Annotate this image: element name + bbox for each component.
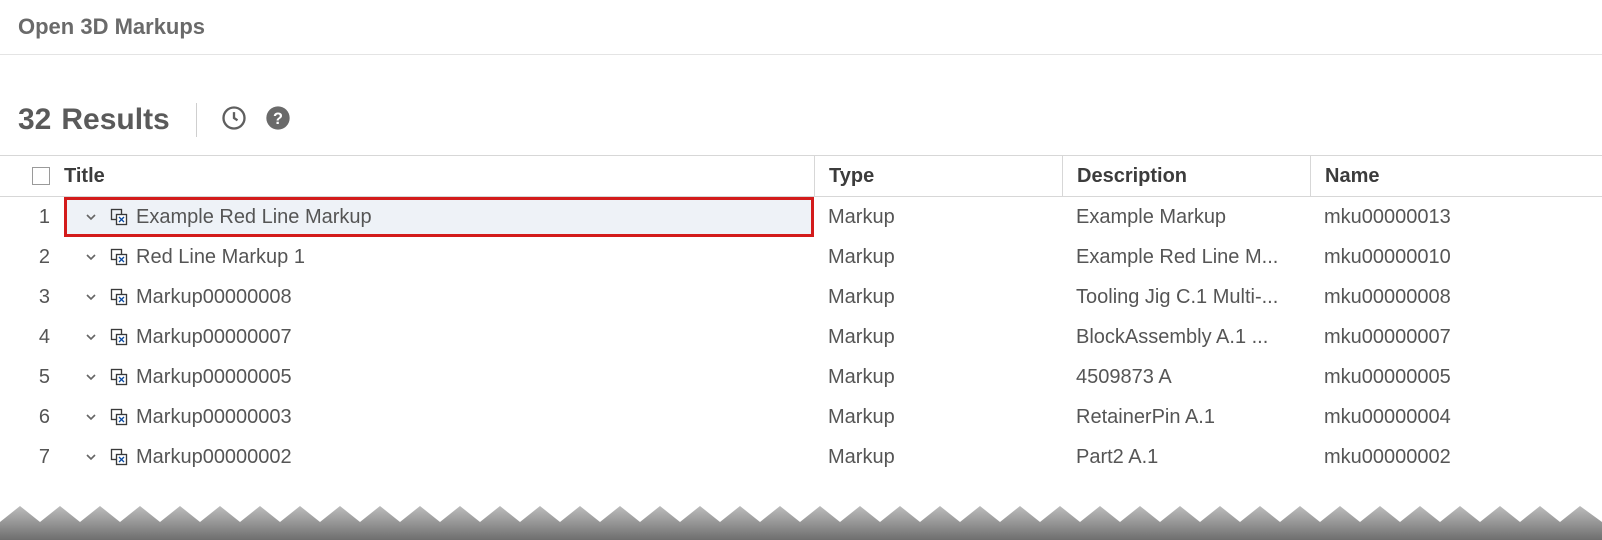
cell-name: mku00000007: [1310, 317, 1558, 357]
chevron-down-icon[interactable]: [82, 288, 100, 306]
cell-description: Part2 A.1: [1062, 437, 1310, 477]
cell-title: Red Line Markup 1: [64, 237, 814, 277]
chevron-down-icon[interactable]: [82, 248, 100, 266]
help-button[interactable]: ?: [261, 103, 295, 137]
cell-title: Markup00000002: [64, 437, 814, 477]
cell-type: Markup: [814, 277, 1062, 317]
cell-title: Example Red Line Markup: [64, 197, 814, 237]
cell-description: Tooling Jig C.1 Multi-...: [1062, 277, 1310, 317]
cell-name: mku00000004: [1310, 397, 1558, 437]
header-description[interactable]: Description: [1062, 156, 1310, 196]
page-title: Open 3D Markups: [0, 0, 1602, 55]
markup-icon: [108, 366, 130, 388]
table-row[interactable]: 4 Markup00000007 MarkupBlockAssembly A.1 .…: [0, 317, 1602, 357]
row-title-text: Red Line Markup 1: [136, 246, 305, 269]
row-number: 7: [0, 437, 64, 477]
chevron-down-icon[interactable]: [82, 368, 100, 386]
chevron-down-icon[interactable]: [82, 328, 100, 346]
title-cell-inner[interactable]: Markup00000003: [64, 397, 814, 437]
row-number: 4: [0, 317, 64, 357]
cell-title: Markup00000007: [64, 317, 814, 357]
row-number: 3: [0, 277, 64, 317]
markup-icon: [108, 206, 130, 228]
cell-name: mku00000002: [1310, 437, 1558, 477]
row-number: 5: [0, 357, 64, 397]
table-row[interactable]: 1 Example Red Line Markup MarkupExample Ma…: [0, 197, 1602, 237]
cell-title: Markup00000003: [64, 397, 814, 437]
cell-type: Markup: [814, 317, 1062, 357]
cell-title: Markup00000008: [64, 277, 814, 317]
table-row[interactable]: 5 Markup00000005 Markup4509873 Amku0000000…: [0, 357, 1602, 397]
header-type[interactable]: Type: [814, 156, 1062, 196]
select-all-checkbox[interactable]: [32, 167, 50, 185]
cell-type: Markup: [814, 437, 1062, 477]
results-table: Title Type Description Name 1 Example Red…: [0, 155, 1602, 477]
table-row[interactable]: 2 Red Line Markup 1 MarkupExample Red Line…: [0, 237, 1602, 277]
title-cell-inner[interactable]: Markup00000007: [64, 317, 814, 357]
row-number: 1: [0, 197, 64, 237]
markup-icon: [108, 446, 130, 468]
title-cell-inner[interactable]: Markup00000008: [64, 277, 814, 317]
cell-description: 4509873 A: [1062, 357, 1310, 397]
svg-text:?: ?: [273, 109, 283, 127]
markup-icon: [108, 406, 130, 428]
markup-icon: [108, 326, 130, 348]
row-title-text: Markup00000008: [136, 286, 292, 309]
table-row[interactable]: 7 Markup00000002 MarkupPart2 A.1mku0000000…: [0, 437, 1602, 477]
row-title-text: Markup00000007: [136, 326, 292, 349]
results-bar: 32 Results ?: [0, 55, 1602, 155]
cell-name: mku00000008: [1310, 277, 1558, 317]
cell-title: Markup00000005: [64, 357, 814, 397]
table-row[interactable]: 6 Markup00000003 MarkupRetainerPin A.1mku0…: [0, 397, 1602, 437]
cell-name: mku00000005: [1310, 357, 1558, 397]
row-number: 2: [0, 237, 64, 277]
title-cell-inner[interactable]: Markup00000005: [64, 357, 814, 397]
cell-description: Example Red Line M...: [1062, 237, 1310, 277]
help-icon: ?: [264, 104, 292, 137]
divider: [196, 103, 197, 137]
header-title[interactable]: Title: [64, 156, 814, 196]
history-button[interactable]: [217, 103, 251, 137]
row-title-text: Example Red Line Markup: [136, 206, 372, 229]
cell-type: Markup: [814, 237, 1062, 277]
chevron-down-icon[interactable]: [82, 448, 100, 466]
results-count: 32: [18, 103, 51, 137]
torn-edge: [0, 506, 1602, 540]
cell-description: BlockAssembly A.1 ...: [1062, 317, 1310, 357]
row-title-text: Markup00000003: [136, 406, 292, 429]
title-cell-inner[interactable]: Markup00000002: [64, 437, 814, 477]
chevron-down-icon[interactable]: [82, 208, 100, 226]
row-title-text: Markup00000002: [136, 446, 292, 469]
header-select-cell: [0, 156, 64, 196]
markup-icon: [108, 246, 130, 268]
title-cell-inner[interactable]: Red Line Markup 1: [64, 237, 814, 277]
header-name[interactable]: Name: [1310, 156, 1558, 196]
results-label: Results: [61, 103, 169, 137]
table-header: Title Type Description Name: [0, 155, 1602, 197]
markup-icon: [108, 286, 130, 308]
title-cell-inner[interactable]: Example Red Line Markup: [64, 197, 814, 237]
cell-type: Markup: [814, 357, 1062, 397]
cell-description: RetainerPin A.1: [1062, 397, 1310, 437]
row-number: 6: [0, 397, 64, 437]
cell-type: Markup: [814, 397, 1062, 437]
table-row[interactable]: 3 Markup00000008 MarkupTooling Jig C.1 Mul…: [0, 277, 1602, 317]
clock-icon: [220, 104, 248, 137]
row-title-text: Markup00000005: [136, 366, 292, 389]
cell-type: Markup: [814, 197, 1062, 237]
chevron-down-icon[interactable]: [82, 408, 100, 426]
cell-description: Example Markup: [1062, 197, 1310, 237]
cell-name: mku00000010: [1310, 237, 1558, 277]
cell-name: mku00000013: [1310, 197, 1558, 237]
